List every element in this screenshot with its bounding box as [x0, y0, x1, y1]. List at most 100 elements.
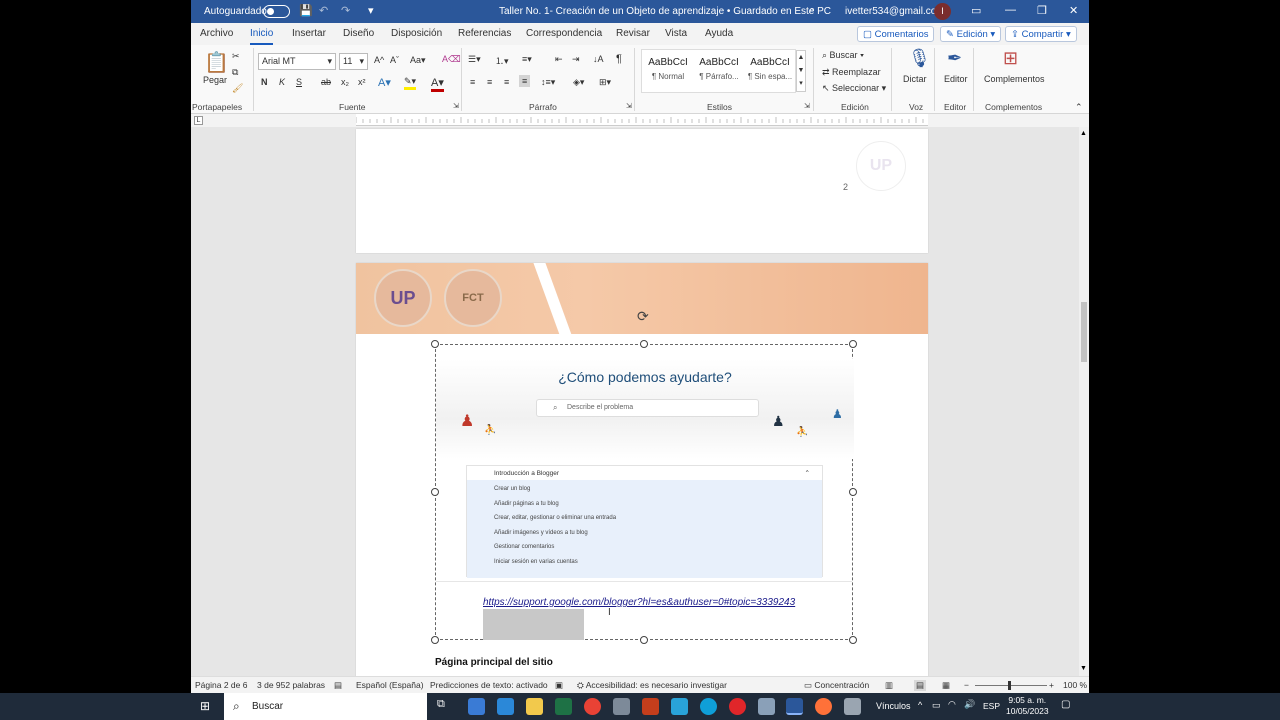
clear-format-icon[interactable]: A⌫ — [442, 54, 461, 65]
find-button[interactable]: ⌕ Buscar ▾ — [822, 50, 864, 61]
rotate-handle-icon[interactable]: ⟳ — [637, 308, 649, 325]
resize-handle[interactable] — [431, 340, 439, 348]
font-color-icon[interactable]: A▾ — [431, 76, 444, 92]
wifi-icon[interactable]: ◠ — [948, 699, 956, 710]
camera-icon[interactable] — [758, 698, 775, 715]
panel-header[interactable]: Introducción a Blogger ⌃ — [467, 466, 822, 479]
tab-insertar[interactable]: Insertar — [292, 28, 326, 39]
change-case-icon[interactable]: Aa▾ — [410, 55, 426, 66]
dictate-button[interactable]: Dictar — [903, 74, 927, 84]
list-item[interactable]: Añadir imágenes y vídeos a tu blog — [467, 524, 822, 539]
zoom-out-icon[interactable]: − — [964, 680, 969, 690]
shrink-font-icon[interactable]: Aˇ — [390, 55, 399, 65]
resize-handle[interactable] — [849, 636, 857, 644]
list-item[interactable]: Crear un blog — [467, 480, 822, 495]
styles-scroll-icon[interactable]: ▲ ▼ ▾ — [796, 50, 806, 92]
help-search-input[interactable]: ⌕ Describe el problema — [536, 399, 759, 417]
list-item[interactable]: Añadir páginas a tu blog — [467, 495, 822, 510]
resize-handle[interactable] — [640, 636, 648, 644]
app-icon[interactable] — [671, 698, 688, 715]
page[interactable]: 2 UP — [356, 129, 928, 253]
highlight-icon[interactable]: ✎▾ — [404, 76, 417, 90]
zoom-slider-thumb[interactable] — [1008, 681, 1011, 690]
edge-icon[interactable] — [700, 698, 717, 715]
print-layout-icon[interactable]: ▤ — [914, 680, 927, 691]
zoom-level[interactable]: 100 % — [1063, 680, 1087, 690]
tab-disposicion[interactable]: Disposición — [391, 28, 442, 39]
save-icon[interactable]: 💾 — [299, 4, 313, 17]
editing-mode-button[interactable]: ✎ Edición ▾ — [940, 26, 1002, 42]
scroll-down-icon[interactable]: ▼ — [1080, 665, 1087, 672]
styles-dialog-launcher-icon[interactable]: ⇲ — [804, 102, 810, 110]
avatar[interactable]: I — [934, 3, 951, 20]
underline-button[interactable]: S — [296, 77, 302, 87]
select-button[interactable]: ↖ Seleccionar ▾ — [822, 83, 886, 94]
cut-icon[interactable]: ✂ — [232, 51, 240, 62]
support-link[interactable]: https://support.google.com/blogger?hl=es… — [483, 597, 795, 608]
taskbar-search[interactable]: ⌕ Buscar — [224, 693, 427, 720]
increase-indent-icon[interactable]: ⇥ — [572, 54, 580, 65]
task-view-icon[interactable]: ⧉ — [437, 698, 454, 715]
resize-handle[interactable] — [431, 636, 439, 644]
scroll-thumb[interactable] — [1081, 302, 1087, 362]
superscript-icon[interactable]: x² — [358, 77, 366, 87]
app-icon[interactable] — [613, 698, 630, 715]
multilevel-list-icon[interactable]: ≡▾ — [522, 54, 532, 65]
undo-icon[interactable]: ↶ — [319, 4, 328, 17]
powerpoint-icon[interactable] — [642, 698, 659, 715]
tab-archivo[interactable]: Archivo — [200, 28, 233, 39]
bullets-icon[interactable]: ☰▾ — [468, 54, 481, 65]
zoom-in-icon[interactable]: + — [1049, 680, 1054, 690]
microphone-icon[interactable]: 🎙 — [908, 48, 931, 69]
tab-selector-icon[interactable]: L — [194, 116, 203, 125]
scroll-up-icon[interactable]: ▲ — [1080, 130, 1087, 137]
text-effects-icon[interactable]: A▾ — [378, 76, 391, 89]
autosave-toggle[interactable] — [263, 5, 290, 18]
maximize-icon[interactable]: ❐ — [1037, 4, 1047, 17]
style-paragraph[interactable]: AaBbCcI ¶ Párrafo... — [694, 57, 744, 89]
tab-inicio[interactable]: Inicio — [250, 28, 274, 45]
replace-button[interactable]: ⇄ Reemplazar — [822, 67, 881, 78]
format-painter-icon[interactable]: 🖌 — [232, 83, 243, 94]
volume-icon[interactable]: 🔊 — [964, 699, 975, 710]
opera-icon[interactable] — [729, 698, 746, 715]
file-explorer-icon[interactable] — [526, 698, 543, 715]
borders-icon[interactable]: ⊞▾ — [599, 77, 611, 88]
page[interactable]: UP FCT ⟳ ¿Cómo podemos ayudarte? ⌕ Descr… — [356, 263, 928, 683]
font-size-select[interactable]: 11 ▾ — [339, 53, 368, 70]
excel-icon[interactable] — [555, 698, 572, 715]
app-icon[interactable] — [844, 698, 861, 715]
addins-button[interactable]: Complementos — [984, 74, 1045, 84]
font-dialog-launcher-icon[interactable]: ⇲ — [453, 102, 459, 110]
line-spacing-icon[interactable]: ↕≡▾ — [541, 77, 555, 88]
tab-revisar[interactable]: Revisar — [616, 28, 650, 39]
shading-icon[interactable]: ◈▾ — [573, 77, 584, 88]
tab-diseno[interactable]: Diseño — [343, 28, 374, 39]
resize-handle[interactable] — [431, 488, 439, 496]
minimize-icon[interactable]: — — [1005, 4, 1016, 16]
paste-label[interactable]: Pegar — [203, 75, 227, 85]
zoom-slider[interactable] — [975, 685, 1047, 686]
notifications-icon[interactable]: ▢ — [1061, 699, 1070, 710]
resize-handle[interactable] — [849, 488, 857, 496]
mail-icon[interactable] — [497, 698, 514, 715]
show-hidden-icons-icon[interactable]: ^ — [918, 700, 922, 710]
account-name[interactable]: ivetter534@gmail.com — [845, 6, 945, 17]
share-button[interactable]: ⇪ Compartir ▾ — [1005, 26, 1077, 42]
predictions-status[interactable]: Predicciones de texto: activado — [430, 680, 548, 690]
style-normal[interactable]: AaBbCcI ¶ Normal — [643, 57, 693, 89]
italic-button[interactable]: K — [279, 77, 285, 87]
sort-icon[interactable]: ↓A — [593, 54, 604, 64]
addins-icon[interactable]: ⊞ — [1003, 48, 1018, 69]
align-center-icon[interactable]: ≡ — [487, 77, 492, 87]
battery-icon[interactable]: ▭ — [932, 700, 941, 711]
word-icon[interactable] — [786, 698, 803, 715]
ribbon-display-icon[interactable]: ▭ — [971, 4, 981, 17]
tab-correspondencia[interactable]: Correspondencia — [526, 28, 602, 39]
page-count[interactable]: Página 2 de 6 — [195, 680, 247, 690]
style-no-spacing[interactable]: AaBbCcI ¶ Sin espa... — [745, 57, 795, 89]
bold-button[interactable]: N — [261, 77, 268, 87]
align-right-icon[interactable]: ≡ — [504, 77, 509, 87]
editor-icon[interactable]: ✒ — [947, 48, 962, 69]
strikethrough-icon[interactable]: ab — [321, 77, 331, 87]
